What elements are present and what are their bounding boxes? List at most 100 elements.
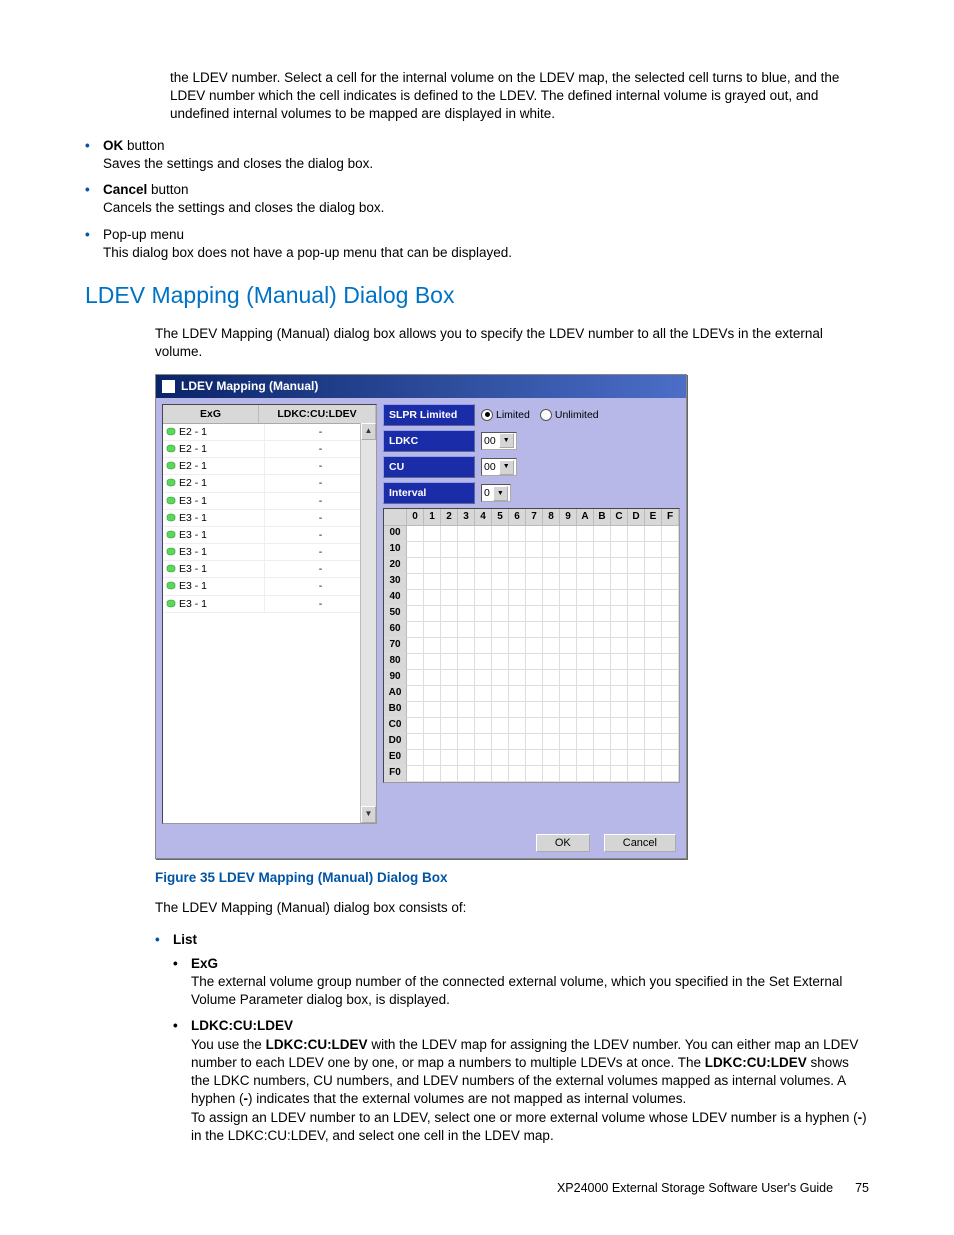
ldev-map-cell[interactable] — [441, 686, 458, 702]
ldev-map-cell[interactable] — [458, 542, 475, 558]
ldev-map-cell[interactable] — [407, 702, 424, 718]
ldev-map-cell[interactable] — [492, 686, 509, 702]
ldev-map-cell[interactable] — [509, 670, 526, 686]
ldev-map-cell[interactable] — [560, 574, 577, 590]
ldev-map-cell[interactable] — [492, 718, 509, 734]
ldev-map-cell[interactable] — [611, 638, 628, 654]
table-row[interactable]: E3 - 1- — [163, 544, 376, 561]
ldev-map-cell[interactable] — [662, 670, 679, 686]
ldev-map-cell[interactable] — [543, 766, 560, 782]
ldev-map-cell[interactable] — [526, 766, 543, 782]
ldev-map-cell[interactable] — [594, 558, 611, 574]
ldev-map-cell[interactable] — [611, 654, 628, 670]
ldev-map-cell[interactable] — [492, 574, 509, 590]
ldev-map-cell[interactable] — [492, 622, 509, 638]
ldev-map-cell[interactable] — [628, 622, 645, 638]
ldev-map-cell[interactable] — [458, 558, 475, 574]
ldev-map-cell[interactable] — [645, 558, 662, 574]
ldev-map-cell[interactable] — [492, 590, 509, 606]
ldev-map-cell[interactable] — [594, 638, 611, 654]
ldev-map-cell[interactable] — [543, 622, 560, 638]
ldev-map-cell[interactable] — [611, 686, 628, 702]
ldev-map-cell[interactable] — [560, 526, 577, 542]
ldev-map-cell[interactable] — [526, 606, 543, 622]
ldev-map-cell[interactable] — [560, 590, 577, 606]
ldev-map-cell[interactable] — [458, 702, 475, 718]
ldev-map-cell[interactable] — [560, 766, 577, 782]
ldev-map-cell[interactable] — [628, 526, 645, 542]
ldev-map-cell[interactable] — [611, 750, 628, 766]
ldev-map-cell[interactable] — [492, 734, 509, 750]
ldev-map-cell[interactable] — [424, 590, 441, 606]
ldev-map-cell[interactable] — [441, 670, 458, 686]
ldev-map-cell[interactable] — [424, 702, 441, 718]
ldev-map-cell[interactable] — [594, 574, 611, 590]
ldev-map-cell[interactable] — [407, 526, 424, 542]
ldev-map-cell[interactable] — [594, 654, 611, 670]
ldev-map-cell[interactable] — [441, 654, 458, 670]
ldev-map-cell[interactable] — [458, 606, 475, 622]
ldev-map-cell[interactable] — [407, 734, 424, 750]
ldev-map-cell[interactable] — [441, 702, 458, 718]
ldev-map-cell[interactable] — [509, 766, 526, 782]
ldev-map-cell[interactable] — [611, 542, 628, 558]
ldev-map-cell[interactable] — [560, 638, 577, 654]
ldev-map-cell[interactable] — [594, 686, 611, 702]
ldev-map-cell[interactable] — [662, 622, 679, 638]
ldev-map-cell[interactable] — [458, 734, 475, 750]
ldev-map-cell[interactable] — [492, 670, 509, 686]
ldev-map-cell[interactable] — [407, 542, 424, 558]
ldev-map-cell[interactable] — [577, 750, 594, 766]
ldev-map-cell[interactable] — [526, 670, 543, 686]
ldev-map-cell[interactable] — [560, 558, 577, 574]
ldev-map-cell[interactable] — [662, 542, 679, 558]
ldev-map-cell[interactable] — [577, 686, 594, 702]
ldev-map-cell[interactable] — [645, 718, 662, 734]
ldev-map-cell[interactable] — [407, 766, 424, 782]
ldev-map-cell[interactable] — [441, 542, 458, 558]
ldev-map-cell[interactable] — [424, 526, 441, 542]
ldev-map-cell[interactable] — [560, 542, 577, 558]
ldev-map-cell[interactable] — [611, 606, 628, 622]
ldev-map-cell[interactable] — [458, 526, 475, 542]
ldev-map-cell[interactable] — [645, 670, 662, 686]
ok-button[interactable]: OK — [536, 834, 590, 852]
ldev-map-cell[interactable] — [509, 574, 526, 590]
ldev-map-cell[interactable] — [577, 590, 594, 606]
ldev-map-cell[interactable] — [577, 542, 594, 558]
ldev-map-cell[interactable] — [424, 670, 441, 686]
ldev-map-cell[interactable] — [475, 574, 492, 590]
ldev-map-cell[interactable] — [543, 526, 560, 542]
ldev-map-cell[interactable] — [492, 766, 509, 782]
ldev-map-cell[interactable] — [458, 718, 475, 734]
ldev-map-cell[interactable] — [475, 526, 492, 542]
table-row[interactable]: E2 - 1- — [163, 441, 376, 458]
ldev-map-cell[interactable] — [577, 654, 594, 670]
ldev-map-cell[interactable] — [458, 686, 475, 702]
ldev-map-cell[interactable] — [628, 590, 645, 606]
ldev-map-cell[interactable] — [628, 670, 645, 686]
ldev-map-cell[interactable] — [509, 606, 526, 622]
ldev-map-cell[interactable] — [560, 702, 577, 718]
ldev-map-cell[interactable] — [628, 638, 645, 654]
ldev-map-cell[interactable] — [441, 606, 458, 622]
ldev-map-cell[interactable] — [407, 638, 424, 654]
ldev-map-cell[interactable] — [458, 622, 475, 638]
ldev-map-cell[interactable] — [611, 702, 628, 718]
ldev-map-cell[interactable] — [560, 654, 577, 670]
ldev-map-cell[interactable] — [611, 622, 628, 638]
slpr-limited-radio[interactable]: Limited — [481, 408, 530, 422]
ldev-map-cell[interactable] — [407, 574, 424, 590]
ldev-map-cell[interactable] — [662, 606, 679, 622]
ldev-map-cell[interactable] — [492, 638, 509, 654]
ldev-map-cell[interactable] — [594, 526, 611, 542]
ldev-map-cell[interactable] — [407, 670, 424, 686]
ldev-map-cell[interactable] — [475, 766, 492, 782]
ldev-map-cell[interactable] — [526, 734, 543, 750]
ldev-map-cell[interactable] — [526, 574, 543, 590]
ldev-map-cell[interactable] — [424, 718, 441, 734]
ldev-map-cell[interactable] — [543, 574, 560, 590]
ldev-map-cell[interactable] — [662, 654, 679, 670]
ldev-map-cell[interactable] — [543, 606, 560, 622]
ldev-map-cell[interactable] — [424, 542, 441, 558]
